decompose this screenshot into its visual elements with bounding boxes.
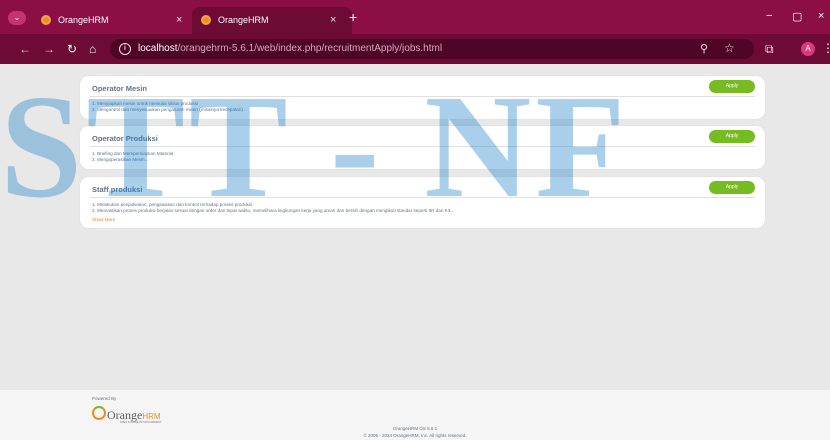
maximize-button[interactable]: ▢ <box>792 10 802 23</box>
logo-hrm-text: HRM <box>142 412 161 421</box>
apply-button[interactable]: Apply <box>709 80 755 93</box>
new-tab-button[interactable]: + <box>349 9 357 25</box>
close-window-button[interactable]: × <box>818 10 824 22</box>
apply-button[interactable]: Apply <box>709 181 755 194</box>
job-listing-page: Operator Mesin Apply 1. Menyiapkan mesin… <box>0 64 830 440</box>
minimize-button[interactable]: − <box>766 10 772 22</box>
url-text[interactable]: localhost/orangehrm-5.6.1/web/index.php/… <box>138 43 442 54</box>
tab-title: OrangeHRM <box>218 15 269 25</box>
browser-toolbar: ← → ↻ ⌂ i localhost/orangehrm-5.6.1/web/… <box>0 34 830 64</box>
apply-button[interactable]: Apply <box>709 130 755 143</box>
card-divider <box>90 96 755 97</box>
tab-close-icon[interactable]: × <box>330 14 336 26</box>
browser-tab-1[interactable]: OrangeHRM × <box>32 7 192 34</box>
tab-title: OrangeHRM <box>58 15 109 25</box>
job-card: Operator Mesin Apply 1. Menyiapkan mesin… <box>80 76 765 119</box>
profile-avatar[interactable]: A <box>801 42 815 56</box>
reload-icon[interactable]: ↻ <box>67 42 77 56</box>
card-divider <box>90 197 755 198</box>
home-icon[interactable]: ⌂ <box>89 42 96 56</box>
orangehrm-favicon-icon <box>201 15 211 25</box>
powered-by-label: Powered By <box>92 396 117 401</box>
menu-icon[interactable]: ⋮ <box>822 41 830 55</box>
job-description: 1. Briefing dan Mempersiapkan Material 2… <box>92 151 174 162</box>
browser-tab-bar: ⌄ OrangeHRM × OrangeHRM × + − ▢ × <box>0 0 830 34</box>
job-description: 1. Melakukan penjadwalan, pengawasan dan… <box>92 202 455 213</box>
logo-text: Orange <box>107 408 143 422</box>
address-bar[interactable]: i localhost/orangehrm-5.6.1/web/index.ph… <box>110 39 754 59</box>
version-text: OrangeHRM OS 5.6.1 <box>392 426 438 431</box>
browser-tab-2-active[interactable]: OrangeHRM × <box>192 7 352 34</box>
orangehrm-favicon-icon <box>41 15 51 25</box>
logo-tagline: OPEN SOURCE HR MANAGEMENT <box>120 421 162 424</box>
job-title: Operator Produksi <box>92 134 158 143</box>
footer: Powered By OrangeHRM OPEN SOURCE HR MANA… <box>0 390 830 440</box>
tab-search-icon[interactable]: ⌄ <box>8 11 26 25</box>
forward-icon[interactable]: → <box>43 42 55 56</box>
job-title: Staff produksi <box>92 185 143 194</box>
orangehrm-logo-icon <box>92 406 106 420</box>
job-card: Staff produksi Apply 1. Melakukan penjad… <box>80 177 765 228</box>
extensions-icon[interactable]: ⧉ <box>765 42 774 57</box>
job-card: Operator Produksi Apply 1. Briefing dan … <box>80 126 765 169</box>
site-info-icon[interactable]: i <box>119 43 131 55</box>
tab-close-icon[interactable]: × <box>176 14 182 26</box>
card-divider <box>90 146 755 147</box>
show-more-link[interactable]: Show More <box>92 217 115 222</box>
back-icon[interactable]: ← <box>19 42 31 56</box>
job-title: Operator Mesin <box>92 84 148 93</box>
job-description: 1. Menyiapkan mesin untuk memulai siklus… <box>92 101 247 112</box>
zoom-icon[interactable]: ⚲ <box>700 42 708 55</box>
copyright-text: © 2005 - 2024 OrangeHRM, Inc. All rights… <box>363 433 467 438</box>
bookmark-star-icon[interactable]: ☆ <box>724 41 735 55</box>
